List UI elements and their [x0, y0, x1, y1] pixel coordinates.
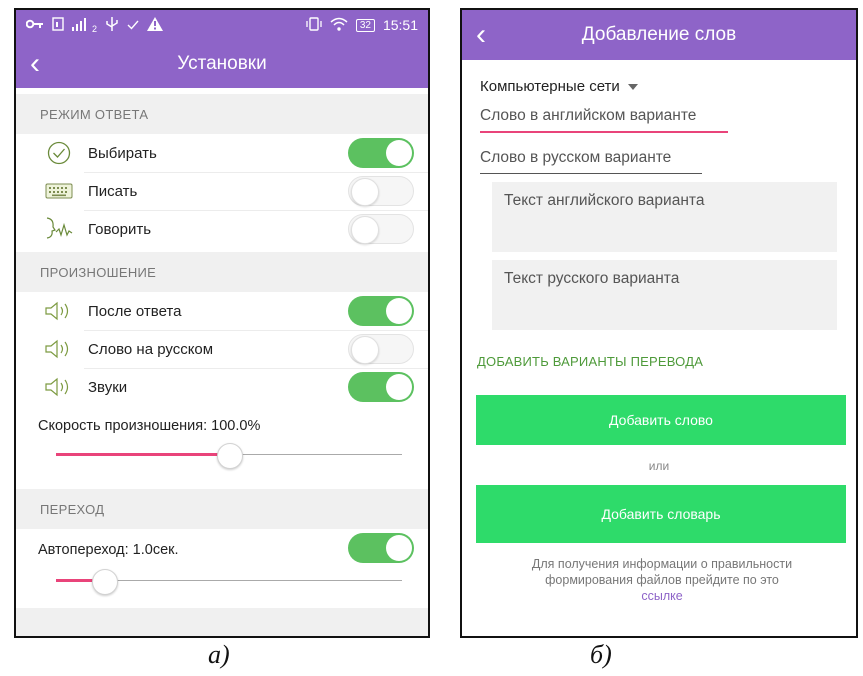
settings-screen: 2 32 15:51 ‹ Установки РЕЖИМ ОТВЕТА Выби… — [14, 8, 430, 638]
slider-thumb[interactable] — [92, 569, 119, 595]
english-word-input[interactable]: Слово в английском варианте — [480, 107, 728, 133]
speed-slider[interactable] — [56, 443, 402, 469]
section-header-transition: ПЕРЕХОД — [16, 489, 428, 529]
caption-a: а) — [208, 640, 230, 669]
checkmark-icon — [127, 17, 139, 33]
dictionary-dropdown[interactable]: Компьютерные сети — [480, 78, 638, 95]
auto-transition-slider[interactable] — [56, 569, 402, 595]
wifi-icon — [330, 17, 348, 34]
add-word-button[interactable]: Добавить слово — [476, 395, 846, 445]
back-arrow-icon[interactable]: ‹ — [462, 20, 500, 50]
battery-indicator: 32 — [355, 18, 375, 32]
setting-label-sounds: Звуки — [88, 378, 128, 396]
english-text-area[interactable]: Текст английского варианта — [492, 182, 837, 252]
sim-icon — [52, 16, 64, 34]
russian-word-input[interactable]: Слово в русском варианте — [480, 149, 702, 174]
check-circle-icon — [38, 141, 80, 165]
toggle-choose[interactable] — [348, 138, 414, 168]
section-header-pronunciation: ПРОИЗНОШЕНИЕ — [16, 252, 428, 292]
add-words-screen: ‹ Добавление слов Компьютерные сети Слов… — [460, 8, 858, 638]
carrier-number: 2 — [92, 24, 98, 34]
toggle-sounds[interactable] — [348, 372, 414, 402]
setting-label-speak: Говорить — [88, 220, 152, 238]
vibrate-icon — [306, 16, 322, 34]
setting-label-word-russian: Слово на русском — [88, 340, 214, 358]
info-line-1: Для получения информации о правильности — [531, 557, 793, 571]
speaker-icon — [38, 339, 80, 359]
setting-row-speak[interactable]: Говорить — [16, 210, 428, 248]
auto-transition-label: Автопереход: 1.0сек. — [38, 542, 179, 558]
info-line-2: формирования файлов прейдите по это — [545, 573, 779, 587]
speaker-icon — [38, 377, 80, 397]
settings-list: РЕЖИМ ОТВЕТА Выбирать Писать Говорить ПР… — [16, 88, 428, 636]
key-icon — [25, 17, 44, 33]
toggle-auto-transition[interactable] — [348, 533, 414, 563]
clock: 15:51 — [382, 17, 418, 33]
toggle-word-russian[interactable] — [348, 334, 414, 364]
signal-icon — [72, 17, 90, 34]
slider-fill — [56, 453, 229, 456]
russian-text-area[interactable]: Текст русского варианта — [492, 260, 837, 330]
setting-row-after-answer[interactable]: После ответа — [16, 292, 428, 330]
keyboard-icon — [38, 182, 80, 200]
setting-row-write[interactable]: Писать — [16, 172, 428, 210]
back-arrow-icon[interactable]: ‹ — [16, 49, 54, 79]
usb-icon — [105, 16, 119, 35]
setting-label-after-answer: После ответа — [88, 302, 182, 320]
info-link[interactable]: ссылке — [492, 588, 832, 604]
dropdown-value: Компьютерные сети — [480, 78, 620, 95]
toggle-after-answer[interactable] — [348, 296, 414, 326]
bottom-spacer — [16, 608, 428, 636]
page-title: Добавление слов — [581, 24, 737, 45]
chevron-down-icon — [627, 83, 638, 90]
add-dictionary-button[interactable]: Добавить словарь — [476, 485, 846, 543]
status-bar: 2 32 15:51 — [16, 10, 428, 40]
section-header-answer-mode: РЕЖИМ ОТВЕТА — [16, 94, 428, 134]
setting-row-word-russian[interactable]: Слово на русском — [16, 330, 428, 368]
setting-label-choose: Выбирать — [88, 144, 157, 162]
toggle-speak[interactable] — [348, 214, 414, 244]
speaker-icon — [38, 301, 80, 321]
warning-icon — [147, 16, 164, 34]
slider-thumb[interactable] — [217, 443, 243, 469]
info-text: Для получения информации о правильности … — [492, 556, 832, 604]
or-separator: или — [648, 459, 670, 473]
speed-label: Скорость произношения: 100.0% — [38, 418, 261, 434]
setting-label-write: Писать — [88, 182, 138, 200]
toggle-write[interactable] — [348, 176, 414, 206]
page-title: Установки — [177, 53, 267, 74]
setting-row-sounds[interactable]: Звуки — [16, 368, 428, 406]
app-bar: ‹ Установки — [16, 40, 428, 88]
caption-b: б) — [590, 640, 612, 669]
setting-row-choose[interactable]: Выбирать — [16, 134, 428, 172]
speaking-head-icon — [38, 217, 80, 241]
app-bar: ‹ Добавление слов — [462, 10, 856, 60]
add-translation-variants-link[interactable]: ДОБАВИТЬ ВАРИАНТЫ ПЕРЕВОДА — [477, 354, 703, 369]
